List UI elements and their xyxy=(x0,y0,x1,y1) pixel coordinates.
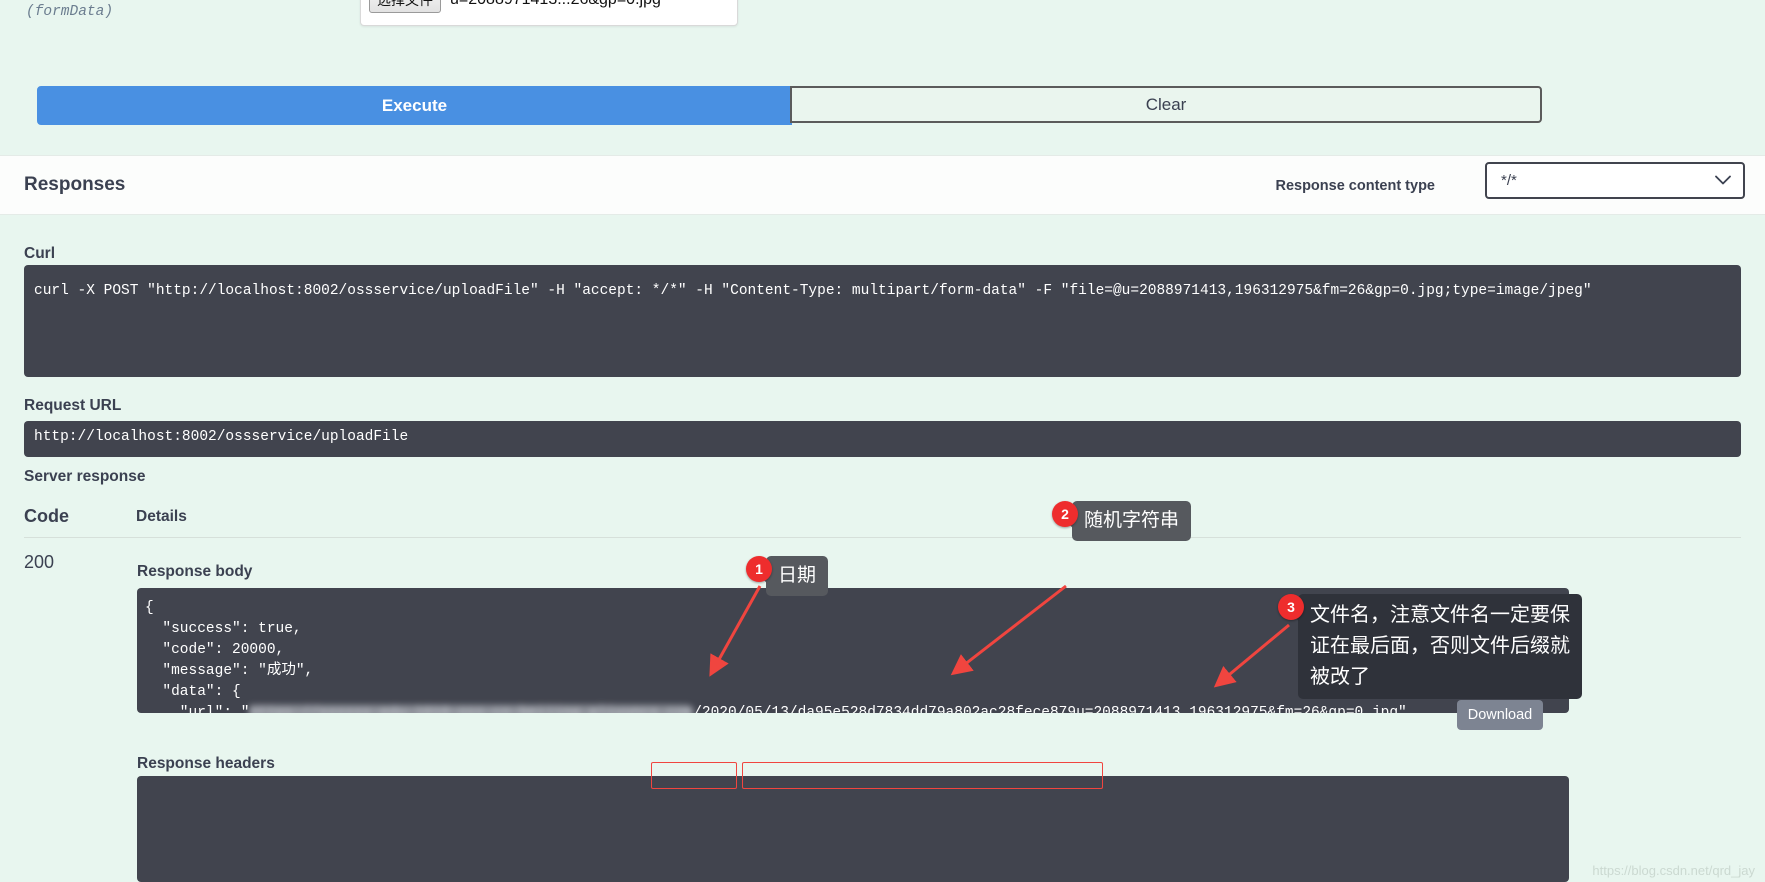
response-content-type-value: */* xyxy=(1501,172,1517,189)
url-date-segment: /2020/05/13/ xyxy=(693,705,798,713)
action-button-row: Execute Clear xyxy=(0,86,1765,126)
response-body-text: { "success": true, "code": 20000, "messa… xyxy=(145,598,1407,713)
selected-file-name: u=2088971413...26&gp=0.jpg xyxy=(450,0,661,9)
redacted-url-prefix: https://xxxxxx-edu-1010-oss-cn-beijing.a… xyxy=(249,705,694,713)
curl-command-text: curl -X POST "http://localhost:8002/osss… xyxy=(34,283,1592,299)
response-content-type-label: Response content type xyxy=(1275,178,1435,194)
request-url-label: Request URL xyxy=(24,397,122,414)
responses-header-band: Responses Response content type */* xyxy=(0,155,1765,215)
response-headers-label: Response headers xyxy=(137,755,275,772)
watermark: https://blog.csdn.net/qrd_jay xyxy=(1592,863,1755,878)
response-status-code: 200 xyxy=(24,552,55,572)
responses-title: Responses xyxy=(24,174,126,195)
curl-code-block[interactable]: curl -X POST "http://localhost:8002/osss… xyxy=(24,265,1741,377)
request-url-block: http://localhost:8002/ossservice/uploadF… xyxy=(24,421,1741,457)
response-body-label: Response body xyxy=(137,563,253,580)
response-headers-block xyxy=(137,776,1569,882)
table-divider xyxy=(24,537,1741,538)
response-url-line: "url": "https://xxxxxx-edu-1010-oss-cn-b… xyxy=(145,705,1407,713)
chevron-down-icon xyxy=(1715,172,1731,189)
url-random-segment: da95e528d7834dd79a802ac28fece879 xyxy=(797,705,1077,713)
column-header-details: Details xyxy=(136,508,187,525)
request-url-text: http://localhost:8002/ossservice/uploadF… xyxy=(34,429,409,445)
callout-badge-2: 2 xyxy=(1052,501,1078,527)
callout-text-2: 随机字符串 xyxy=(1063,501,1192,541)
server-response-label: Server response xyxy=(24,468,146,485)
response-body-block[interactable]: { "success": true, "code": 20000, "messa… xyxy=(137,588,1569,713)
execute-button[interactable]: Execute xyxy=(37,86,792,125)
form-data-row: (formData) 选择文件 u=2088971413...26&gp=0.j… xyxy=(0,0,1765,40)
callout-2: 2 随机字符串 xyxy=(1052,501,1192,541)
download-button[interactable]: Download xyxy=(1457,700,1543,730)
choose-file-button[interactable]: 选择文件 xyxy=(369,0,441,13)
curl-label: Curl xyxy=(24,245,55,262)
form-data-label: (formData) xyxy=(26,4,114,20)
clear-button[interactable]: Clear xyxy=(790,86,1542,123)
url-filename-segment: u=2088971413,196312975&fm=26&gp=0.jpg" xyxy=(1076,705,1407,713)
file-upload-field[interactable]: 选择文件 u=2088971413...26&gp=0.jpg xyxy=(360,0,738,26)
column-header-code: Code xyxy=(24,506,69,526)
response-content-type-select[interactable]: */* xyxy=(1485,162,1745,199)
callout-badge-1: 1 xyxy=(746,556,772,582)
